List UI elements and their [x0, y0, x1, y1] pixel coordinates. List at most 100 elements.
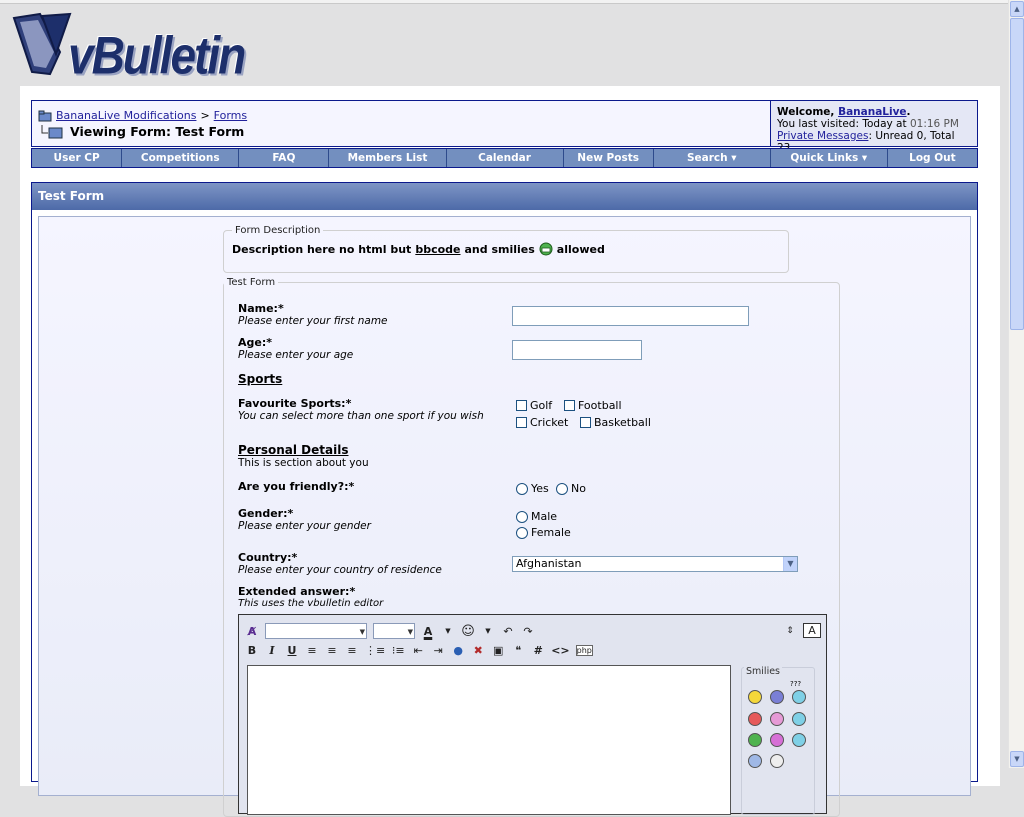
text-color-icon[interactable]: A [421, 625, 435, 638]
username-link[interactable]: BananaLive [838, 106, 906, 118]
code-hash-icon[interactable]: # [531, 644, 545, 657]
gender-female-option[interactable]: Female [516, 526, 571, 542]
insert-link-icon[interactable]: ● [451, 644, 465, 657]
gender-female-radio[interactable] [516, 526, 528, 539]
resize-icon[interactable]: ⇕ [783, 626, 797, 636]
smilie-picker-icon[interactable]: ☺ [461, 624, 475, 639]
golf-label: Golf [530, 399, 553, 412]
sport-option-golf[interactable]: Golf [516, 399, 552, 414]
desc-post: allowed [556, 242, 605, 256]
form-title: Test Form [32, 183, 977, 210]
redface-smilie-icon[interactable] [770, 712, 784, 726]
age-label: Age:* [238, 336, 272, 349]
form-description-legend: Form Description [235, 225, 321, 236]
friendly-yes-option[interactable]: Yes [516, 482, 549, 498]
friendly-yes-radio[interactable] [516, 482, 528, 495]
menu-new-posts[interactable]: New Posts [564, 149, 654, 167]
menu-quick-links[interactable]: Quick Links ▾ [771, 149, 888, 167]
confused-smilie-icon[interactable] [792, 690, 806, 704]
switch-mode-icon[interactable]: A [803, 623, 821, 638]
page-scrollbar[interactable]: ▲ ▼ [1008, 0, 1024, 768]
name-input[interactable] [512, 306, 749, 326]
friendly-no-option[interactable]: No [556, 482, 586, 498]
menu-log-out[interactable]: Log Out [888, 149, 977, 167]
menu-calendar[interactable]: Calendar [447, 149, 564, 167]
italic-icon[interactable]: I [265, 644, 279, 657]
php-code-icon[interactable]: php [575, 645, 593, 656]
remove-link-icon[interactable]: ✖ [471, 644, 485, 657]
smile-smilie-icon[interactable] [748, 690, 762, 704]
eek-smilie-icon[interactable] [770, 754, 784, 768]
welcome-panel: Welcome, BananaLive. You last visited: T… [770, 101, 977, 154]
private-messages-link[interactable]: Private Messages [777, 130, 868, 142]
bold-icon[interactable]: B [245, 644, 259, 657]
menu-members-list[interactable]: Members List [329, 149, 447, 167]
smilies-label: Smilies [744, 666, 782, 677]
scroll-down-arrow-icon[interactable]: ▼ [1010, 751, 1024, 767]
unordered-list-icon[interactable]: ⁝≡ [391, 644, 405, 657]
football-checkbox[interactable] [564, 400, 575, 411]
align-right-icon[interactable]: ≡ [345, 644, 359, 657]
country-row: Country:* Please enter your country of r… [238, 551, 442, 576]
rolleyes-smilie-icon[interactable] [792, 733, 806, 747]
html-code-icon[interactable]: <> [551, 644, 569, 657]
menu-competitions[interactable]: Competitions [122, 149, 240, 167]
gender-male-option[interactable]: Male [516, 510, 557, 526]
size-select[interactable]: ▼ [373, 623, 415, 639]
breadcrumb-forum-link[interactable]: BananaLive Modifications [56, 109, 196, 122]
scroll-up-arrow-icon[interactable]: ▲ [1010, 1, 1024, 17]
undo-icon[interactable]: ↶ [501, 625, 515, 638]
golf-checkbox[interactable] [516, 400, 527, 411]
sport-option-basketball[interactable]: Basketball [580, 416, 651, 431]
tree-folder-icon [41, 124, 63, 138]
name-hint: Please enter your first name [238, 315, 388, 327]
menu-user-cp[interactable]: User CP [32, 149, 123, 167]
friendly-no-radio[interactable] [556, 482, 568, 495]
smilie-dropdown-icon[interactable]: ▼ [481, 627, 495, 635]
mad-smilie-icon[interactable] [770, 690, 784, 704]
angry-smilie-icon[interactable] [748, 712, 762, 726]
remove-formatting-icon[interactable]: A̸ [245, 625, 259, 638]
extended-answer-hint: This uses the vbulletin editor [238, 598, 384, 609]
biggrin-smilie-icon[interactable] [748, 733, 762, 747]
redo-icon[interactable]: ↷ [521, 625, 535, 638]
editor-textarea[interactable] [247, 665, 731, 815]
age-input[interactable] [512, 340, 642, 360]
outdent-icon[interactable]: ⇤ [411, 644, 425, 657]
bbcode-link[interactable]: bbcode [415, 243, 460, 256]
align-left-icon[interactable]: ≡ [305, 644, 319, 657]
underline-icon[interactable]: U [285, 644, 299, 657]
ordered-list-icon[interactable]: ⋮≡ [365, 644, 385, 657]
color-dropdown-icon[interactable]: ▼ [441, 627, 455, 635]
vbulletin-logo[interactable]: vBulletin [6, 8, 246, 88]
tongue-smilie-icon[interactable] [770, 733, 784, 747]
gender-male-radio[interactable] [516, 510, 528, 523]
align-center-icon[interactable]: ≡ [325, 644, 339, 657]
logo-mark-icon [12, 12, 72, 76]
insert-image-icon[interactable]: ▣ [491, 644, 505, 657]
home-folder-icon[interactable] [38, 110, 52, 122]
sport-option-cricket[interactable]: Cricket [516, 416, 568, 431]
cricket-checkbox[interactable] [516, 417, 527, 428]
scroll-thumb[interactable] [1010, 18, 1024, 330]
cool-smilie-icon[interactable] [748, 754, 762, 768]
country-label: Country:* [238, 551, 298, 564]
breadcrumb: BananaLive Modifications > Forms Viewing… [32, 101, 770, 146]
wink-smilie-icon[interactable] [792, 712, 806, 726]
breadcrumb-forms-link[interactable]: Forms [214, 109, 247, 122]
age-row: Age:* Please enter your age [238, 336, 353, 361]
font-select[interactable]: ▼ [265, 623, 367, 639]
basketball-checkbox[interactable] [580, 417, 591, 428]
welcome-greeting: Welcome, [777, 106, 835, 118]
menu-search[interactable]: Search ▾ [654, 149, 771, 167]
quote-icon[interactable]: ❝ [511, 644, 525, 657]
basketball-label: Basketball [594, 416, 651, 429]
sport-option-football[interactable]: Football [564, 399, 622, 414]
country-select[interactable]: Afghanistan ▼ [512, 556, 798, 572]
indent-icon[interactable]: ⇥ [431, 644, 445, 657]
menu-faq[interactable]: FAQ [239, 149, 330, 167]
editor-toolbar-top: A̸ ▼ ▼ A ▼ ☺ ▼ ↶ ↷ [245, 623, 535, 639]
name-row: Name:* Please enter your first name [238, 302, 388, 327]
extended-answer-label: Extended answer:* [238, 585, 356, 598]
chevron-down-icon[interactable]: ▼ [783, 557, 797, 571]
